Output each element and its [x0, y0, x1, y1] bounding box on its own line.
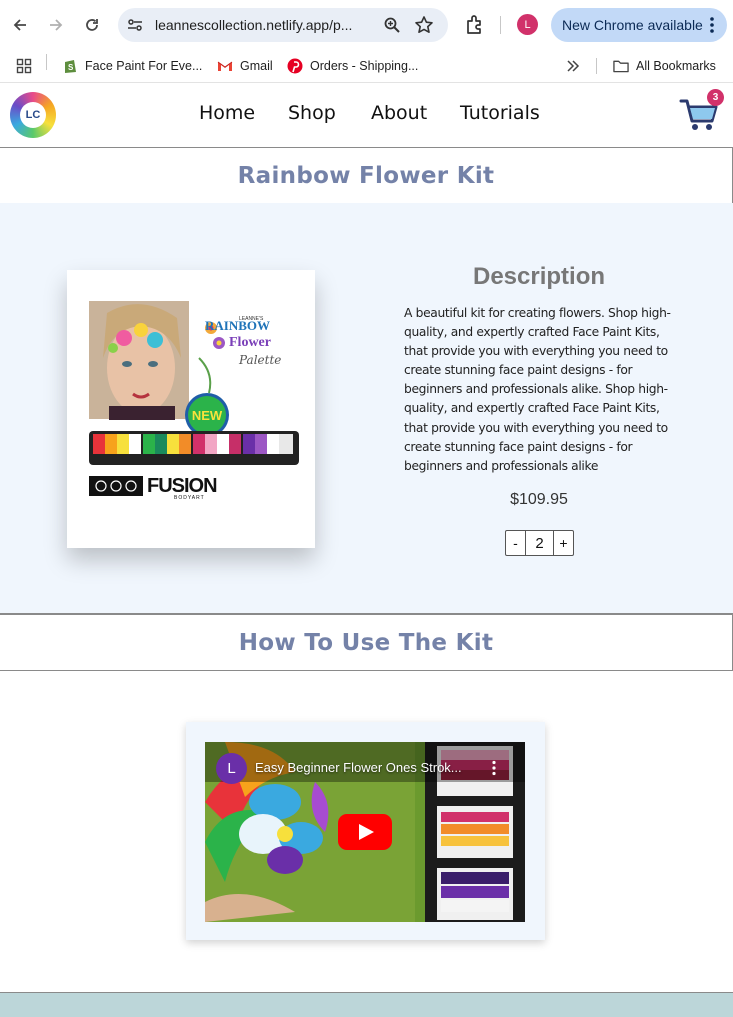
quantity-increase-button[interactable]: +	[554, 531, 573, 555]
bookmark-separator	[46, 54, 47, 70]
quantity-value: 2	[525, 531, 554, 555]
description-heading: Description	[472, 263, 606, 290]
image-maker: FUSION	[147, 475, 217, 497]
site-info-icon[interactable]	[126, 16, 144, 34]
chevron-double-right-icon	[567, 60, 580, 72]
bookmark-separator	[596, 58, 597, 74]
folder-icon	[613, 58, 629, 74]
arrow-right-icon	[50, 19, 63, 31]
image-badge: NEW	[192, 408, 223, 423]
apps-button[interactable]	[16, 54, 32, 78]
nav-shop[interactable]: Shop	[288, 102, 336, 124]
forward-button[interactable]	[43, 12, 69, 38]
quantity-stepper: - 2 +	[505, 530, 574, 556]
arrow-left-icon	[13, 19, 26, 31]
cart-count-badge: 3	[707, 89, 724, 106]
update-label: New Chrome available	[562, 17, 703, 33]
quantity-decrease-button[interactable]: -	[506, 531, 525, 555]
bookmark-orders[interactable]: Orders - Shipping...	[287, 54, 418, 78]
bookmarks-bar: S Face Paint For Eve... Gmail Orders - S…	[0, 50, 733, 83]
image-line2: Flower	[229, 335, 271, 350]
extensions-icon[interactable]	[463, 13, 487, 37]
bookmark-gmail[interactable]: Gmail	[217, 54, 273, 78]
zoom-icon[interactable]	[383, 16, 401, 34]
svg-text:S: S	[68, 63, 74, 72]
product-section: LEANNE'S RAINBOW Flower Palette NEW FUSI…	[0, 203, 733, 614]
product-title-band: Rainbow Flower Kit	[0, 147, 733, 204]
toolbar-divider	[500, 16, 501, 34]
video-title[interactable]: Easy Beginner Flower Ones Strok...	[255, 760, 462, 775]
site-header: LC Home Shop About Tutorials	[0, 84, 733, 147]
reload-icon	[86, 19, 98, 31]
nav-about[interactable]: About	[371, 102, 427, 124]
channel-avatar[interactable]: L	[216, 753, 247, 784]
site-logo[interactable]: LC	[10, 92, 56, 138]
product-image-card: LEANNE'S RAINBOW Flower Palette NEW FUSI…	[67, 270, 315, 548]
chrome-update-button[interactable]: New Chrome available	[551, 8, 727, 42]
footer	[0, 992, 733, 1017]
more-bookmarks-button[interactable]	[566, 54, 580, 78]
video-menu-icon[interactable]	[491, 760, 497, 776]
video-card: L Easy Beginner Flower Ones Strok...	[186, 722, 545, 940]
all-bookmarks-button[interactable]: All Bookmarks	[613, 54, 716, 78]
product-price: $109.95	[510, 491, 568, 508]
logo-text: LC	[20, 102, 46, 128]
howto-title: How To Use The Kit	[238, 629, 494, 656]
shopify-icon: S	[62, 58, 78, 74]
pinterest-icon	[287, 58, 303, 74]
bookmark-label: Face Paint For Eve...	[85, 59, 203, 73]
gmail-icon	[217, 58, 233, 74]
image-line1: RAINBOW	[205, 318, 270, 333]
product-title: Rainbow Flower Kit	[237, 162, 495, 189]
bookmark-label: Gmail	[240, 59, 273, 73]
more-vert-icon[interactable]	[703, 16, 721, 34]
all-bookmarks-label: All Bookmarks	[636, 59, 716, 73]
howto-title-band: How To Use The Kit	[0, 614, 733, 671]
product-description: A beautiful kit for creating flowers. Sh…	[404, 306, 671, 473]
bookmark-star-icon[interactable]	[414, 15, 434, 35]
image-maker-sub: BODYART	[174, 495, 205, 501]
back-button[interactable]	[7, 12, 33, 38]
product-image: LEANNE'S RAINBOW Flower Palette NEW FUSI…	[89, 301, 299, 501]
reload-button[interactable]	[79, 12, 105, 38]
apps-grid-icon	[16, 58, 32, 74]
video-embed[interactable]: L Easy Beginner Flower Ones Strok...	[205, 742, 525, 922]
image-line3: Palette	[238, 353, 281, 367]
youtube-play-icon[interactable]	[338, 814, 392, 850]
bookmark-face-paint[interactable]: S Face Paint For Eve...	[62, 54, 202, 78]
profile-avatar[interactable]: L	[517, 14, 538, 35]
browser-toolbar: leannescollection.netlify.app/p... L New…	[0, 0, 733, 50]
nav-tutorials[interactable]: Tutorials	[460, 102, 540, 124]
url-text[interactable]: leannescollection.netlify.app/p...	[155, 17, 375, 33]
address-bar[interactable]: leannescollection.netlify.app/p...	[118, 8, 448, 42]
bookmark-label: Orders - Shipping...	[310, 59, 419, 73]
nav-home[interactable]: Home	[199, 102, 255, 124]
